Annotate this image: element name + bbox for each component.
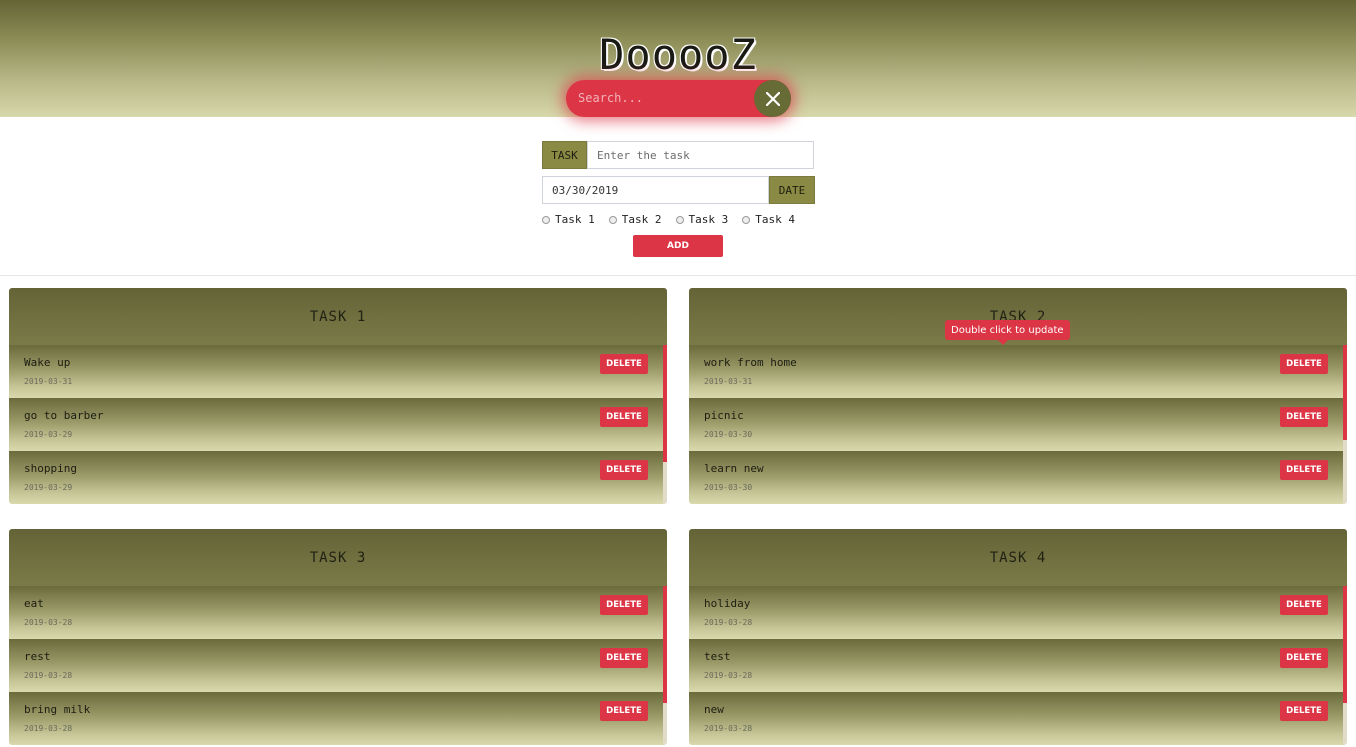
task-addon-label: TASK	[542, 141, 587, 169]
add-button[interactable]: ADD	[633, 235, 723, 257]
task-item[interactable]: Wake up 2019-03-31 DELETE	[9, 345, 663, 398]
search-clear-button[interactable]	[754, 80, 791, 117]
task-item[interactable]: learn new 2019-03-30 DELETE	[689, 451, 1343, 504]
task-text: test	[704, 650, 731, 663]
delete-button[interactable]: DELETE	[1280, 648, 1328, 668]
header: DooooZ	[0, 0, 1356, 117]
task-date: 2019-03-28	[704, 671, 753, 680]
delete-button[interactable]: DELETE	[600, 701, 648, 721]
panel-list: Wake up 2019-03-31 DELETE go to barber 2…	[9, 345, 667, 504]
delete-button[interactable]: DELETE	[1280, 354, 1328, 374]
task-text: eat	[24, 597, 44, 610]
panel-title: TASK 4	[689, 529, 1347, 586]
task-text: rest	[24, 650, 51, 663]
scrollbar[interactable]	[1343, 586, 1347, 745]
task-item[interactable]: eat 2019-03-28 DELETE	[9, 586, 663, 639]
radio-task-3[interactable]: Task 3	[675, 213, 729, 226]
delete-button[interactable]: DELETE	[1280, 595, 1328, 615]
scrollbar-thumb[interactable]	[1343, 345, 1347, 440]
task-date: 2019-03-30	[704, 430, 753, 439]
task-item[interactable]: test 2019-03-28 DELETE	[689, 639, 1343, 692]
delete-button[interactable]: DELETE	[1280, 701, 1328, 721]
task-text: bring milk	[24, 703, 91, 716]
panel-list: holiday 2019-03-28 DELETE test 2019-03-2…	[689, 586, 1347, 745]
task-date: 2019-03-28	[704, 724, 753, 733]
date-input[interactable]	[542, 176, 769, 204]
radio-label: Task 2	[621, 213, 662, 226]
task-text: work from home	[704, 356, 797, 369]
task-date: 2019-03-28	[704, 618, 753, 627]
date-addon-label: DATE	[769, 176, 815, 204]
delete-button[interactable]: DELETE	[600, 407, 648, 427]
radio-task-2[interactable]: Task 2	[608, 213, 662, 226]
search-bar	[566, 80, 791, 117]
delete-button[interactable]: DELETE	[1280, 407, 1328, 427]
task-item[interactable]: new 2019-03-28 DELETE	[689, 692, 1343, 745]
panel-list: work from home 2019-03-31 DELETE picnic …	[689, 345, 1347, 504]
task-item[interactable]: bring milk 2019-03-28 DELETE	[9, 692, 663, 745]
task-input[interactable]	[587, 141, 814, 169]
radio-task-1[interactable]: Task 1	[542, 213, 595, 226]
task-text: holiday	[704, 597, 751, 610]
task-item[interactable]: shopping 2019-03-29 DELETE	[9, 451, 663, 504]
delete-button[interactable]: DELETE	[600, 595, 648, 615]
tooltip-arrow	[998, 340, 1008, 345]
radio-circle[interactable]	[542, 215, 550, 224]
task-panel-1: TASK 1 Wake up 2019-03-31 DELETE go to b…	[9, 288, 667, 504]
task-text: shopping	[24, 462, 77, 475]
scrollbar[interactable]	[1343, 345, 1347, 504]
scrollbar[interactable]	[663, 345, 667, 504]
divider	[0, 275, 1356, 276]
task-text: new	[704, 703, 724, 716]
panel-title: TASK 3	[9, 529, 667, 586]
radio-label: Task 1	[555, 213, 595, 226]
radio-circle[interactable]	[675, 215, 684, 224]
task-panel-4: TASK 4 holiday 2019-03-28 DELETE test 20…	[689, 529, 1347, 745]
radio-label: Task 4	[755, 213, 795, 226]
radio-circle[interactable]	[608, 215, 617, 224]
delete-button[interactable]: DELETE	[600, 460, 648, 480]
scrollbar-thumb[interactable]	[1343, 586, 1347, 703]
delete-button[interactable]: DELETE	[600, 648, 648, 668]
task-text: learn new	[704, 462, 764, 475]
date-input-group: DATE	[542, 176, 815, 204]
radio-label: Task 3	[688, 213, 729, 226]
task-date: 2019-03-28	[24, 618, 73, 627]
radio-circle[interactable]	[742, 215, 751, 224]
delete-button[interactable]: DELETE	[1280, 460, 1328, 480]
task-date: 2019-03-31	[24, 377, 73, 386]
task-date: 2019-03-31	[704, 377, 753, 386]
task-item[interactable]: go to barber 2019-03-29 DELETE	[9, 398, 663, 451]
app-title: DooooZ	[599, 30, 757, 79]
task-panel-3: TASK 3 eat 2019-03-28 DELETE rest 2019-0…	[9, 529, 667, 745]
panel-list: eat 2019-03-28 DELETE rest 2019-03-28 DE…	[9, 586, 667, 745]
task-text: picnic	[704, 409, 744, 422]
task-radio-group: Task 1 Task 2 Task 3 Task 4	[542, 213, 815, 226]
scrollbar-thumb[interactable]	[663, 345, 667, 462]
task-date: 2019-03-29	[24, 483, 73, 492]
task-date: 2019-03-28	[24, 724, 73, 733]
delete-button[interactable]: DELETE	[600, 354, 648, 374]
task-input-group: TASK	[542, 141, 814, 169]
task-text: go to barber	[24, 409, 104, 422]
panel-title: TASK 1	[9, 288, 667, 345]
search-input[interactable]	[578, 88, 748, 108]
task-item[interactable]: picnic 2019-03-30 DELETE	[689, 398, 1343, 451]
close-icon	[765, 91, 780, 106]
task-item[interactable]: work from home 2019-03-31 DELETE	[689, 345, 1343, 398]
radio-task-4[interactable]: Task 4	[742, 213, 795, 226]
task-date: 2019-03-28	[24, 671, 73, 680]
task-item[interactable]: rest 2019-03-28 DELETE	[9, 639, 663, 692]
task-date: 2019-03-30	[704, 483, 753, 492]
scrollbar[interactable]	[663, 586, 667, 745]
task-item[interactable]: holiday 2019-03-28 DELETE	[689, 586, 1343, 639]
task-date: 2019-03-29	[24, 430, 73, 439]
scrollbar-thumb[interactable]	[663, 586, 667, 703]
update-tooltip: Double click to update	[945, 320, 1070, 340]
task-text: Wake up	[24, 356, 71, 369]
